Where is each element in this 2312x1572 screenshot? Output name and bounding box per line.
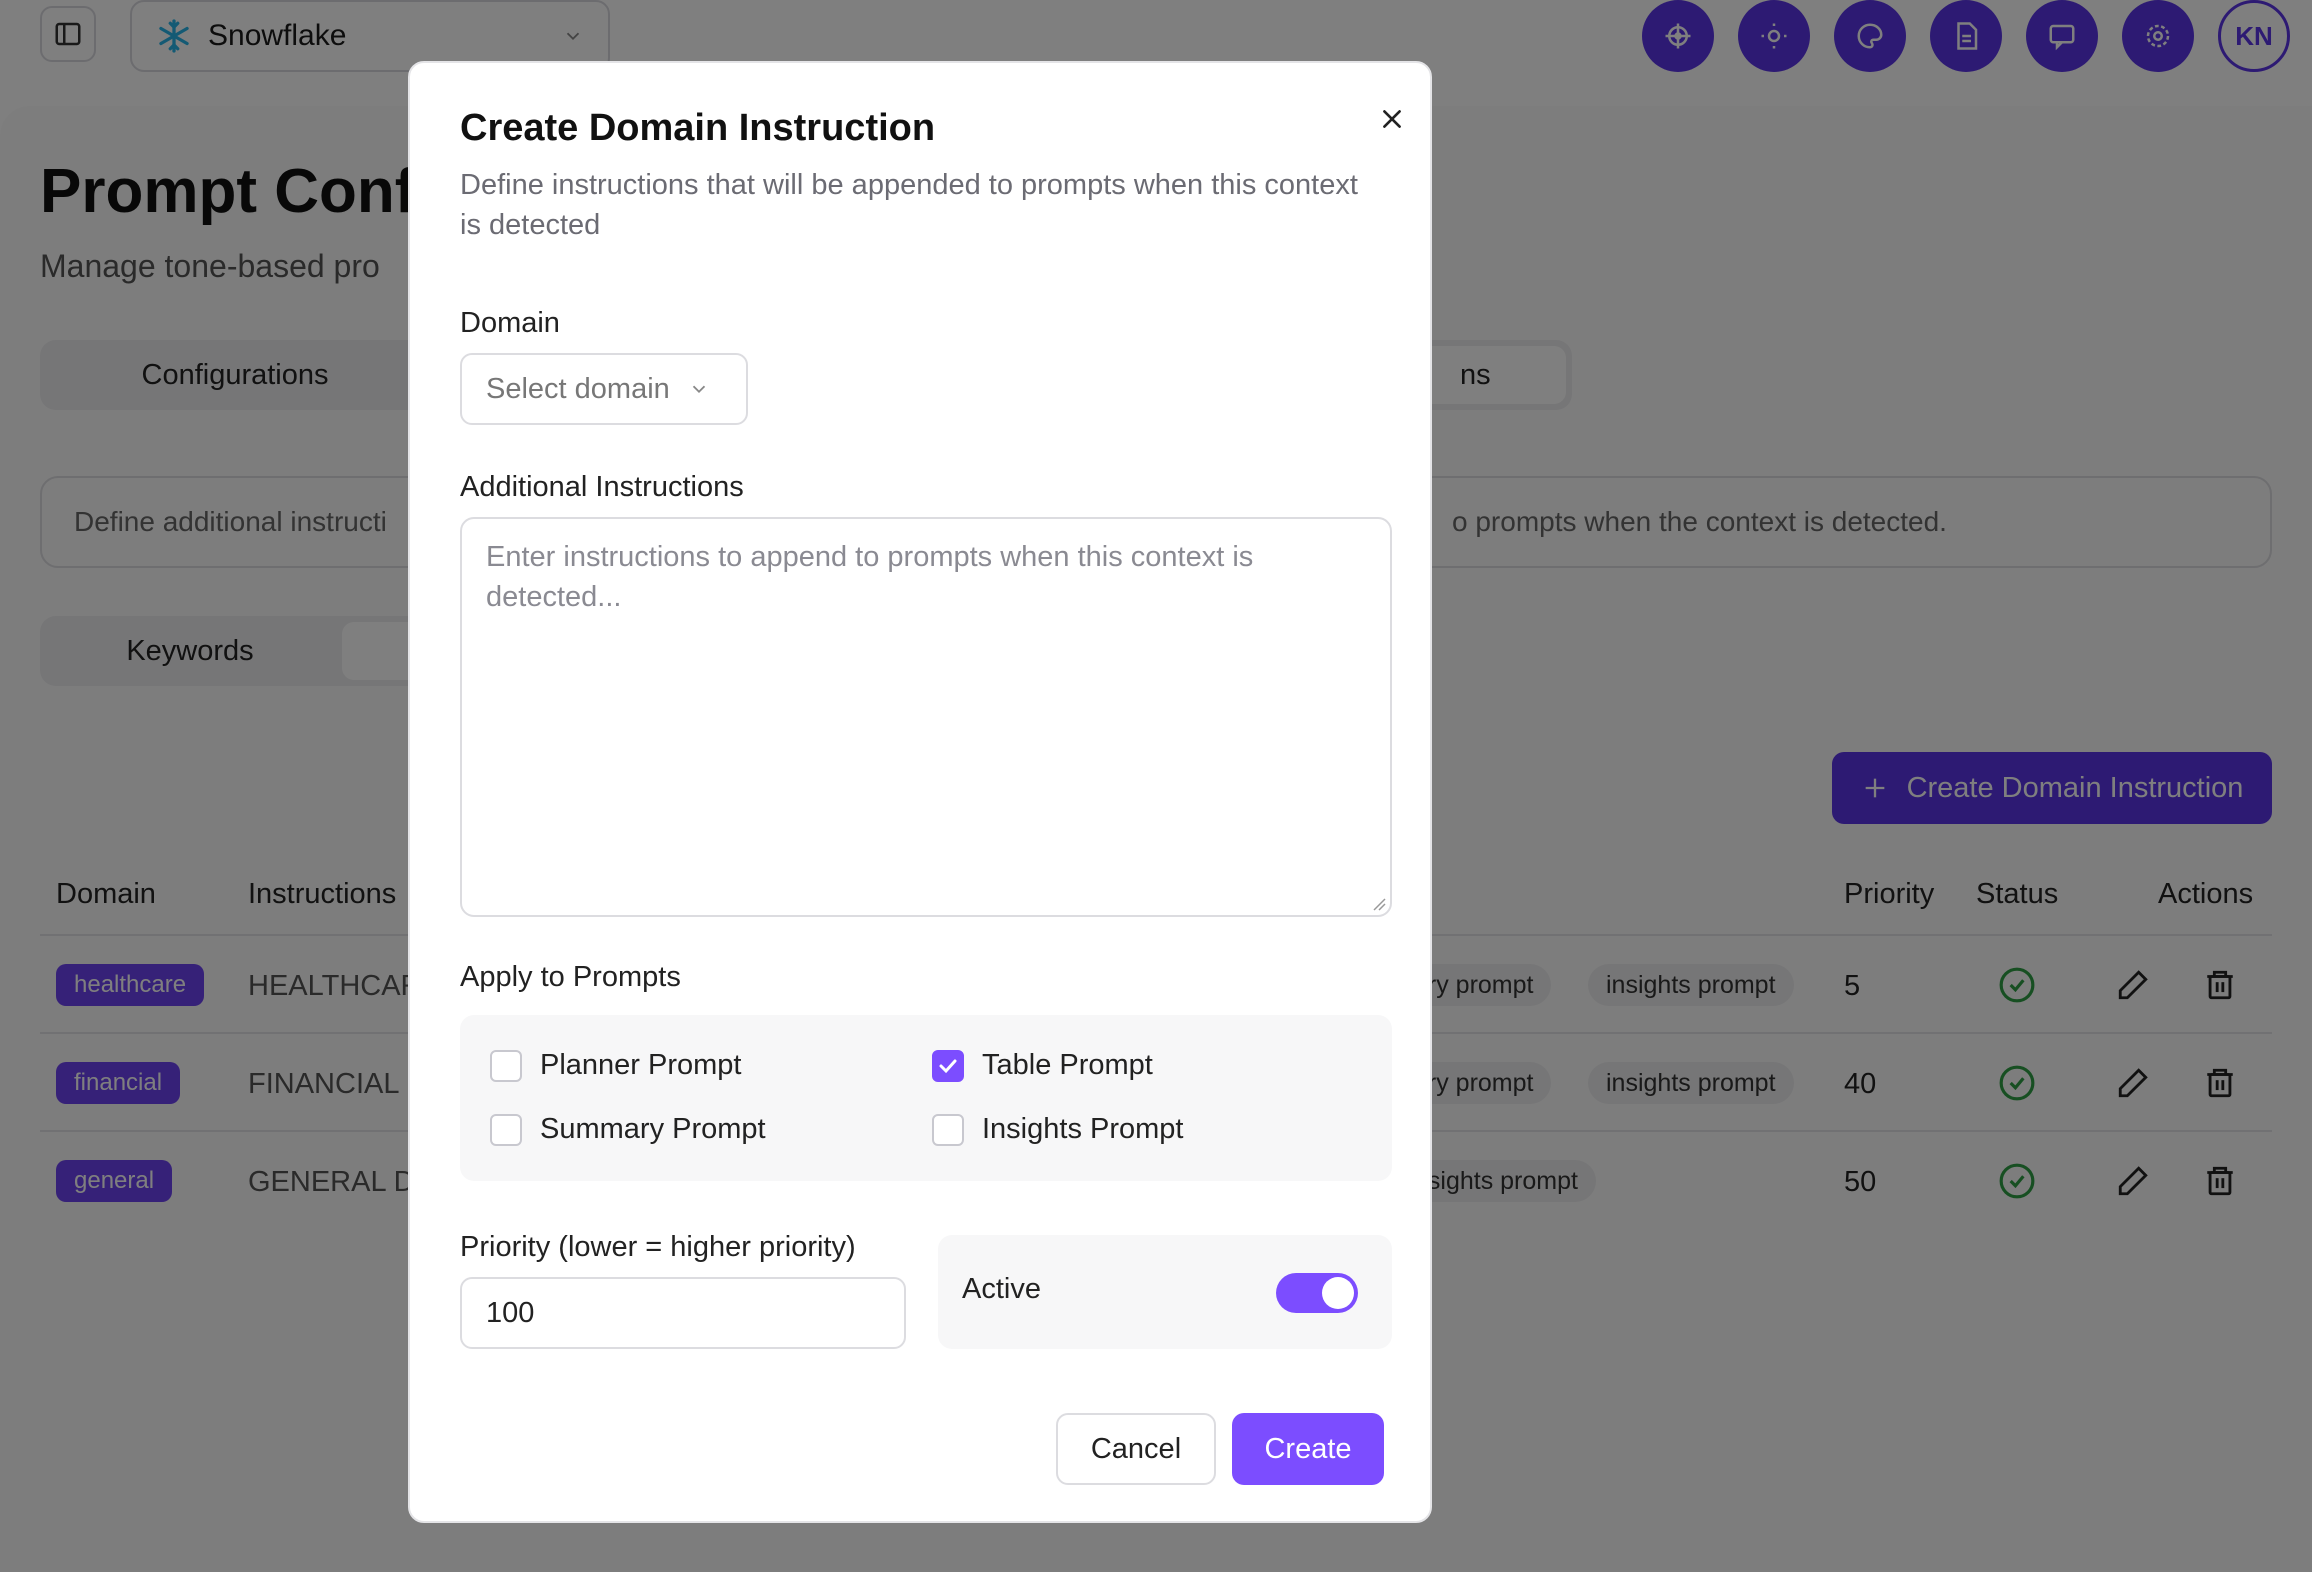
checkbox[interactable] — [490, 1049, 522, 1082]
priority-label: Priority (lower = higher priority) — [460, 1231, 856, 1263]
instructions-label: Additional Instructions — [460, 471, 744, 503]
dialog-title: Create Domain Instruction — [460, 107, 936, 149]
checkbox-label: Insights Prompt — [982, 1113, 1184, 1145]
checkbox-label: Planner Prompt — [540, 1049, 742, 1081]
create-domain-instruction-dialog: Create Domain Instruction Define instruc… — [408, 61, 1432, 1523]
resize-handle-icon[interactable] — [1370, 895, 1386, 911]
create-button[interactable]: Create — [1232, 1413, 1384, 1485]
dialog-description: Define instructions that will be appende… — [460, 169, 1358, 241]
checkbox[interactable] — [932, 1049, 964, 1082]
checkbox-label: Summary Prompt — [540, 1113, 766, 1145]
active-label: Active — [962, 1273, 1041, 1305]
checkbox[interactable] — [932, 1113, 964, 1146]
planner-prompt-checkbox[interactable]: Planner Prompt — [490, 1049, 742, 1082]
checkbox[interactable] — [490, 1113, 522, 1146]
cancel-button[interactable]: Cancel — [1056, 1413, 1216, 1485]
active-setting: Active — [938, 1235, 1392, 1349]
active-toggle[interactable] — [1276, 1273, 1358, 1313]
table-prompt-checkbox[interactable]: Table Prompt — [932, 1049, 1153, 1082]
summary-prompt-checkbox[interactable]: Summary Prompt — [490, 1113, 766, 1146]
insights-prompt-checkbox[interactable]: Insights Prompt — [932, 1113, 1183, 1146]
apply-prompts-label: Apply to Prompts — [460, 961, 681, 993]
prompts-checkbox-group: Planner Prompt Table Prompt Summary Prom… — [460, 1015, 1392, 1181]
instructions-placeholder: Enter instructions to append to prompts … — [486, 541, 1254, 613]
check-icon — [939, 1059, 957, 1073]
domain-select[interactable]: Select domain — [460, 353, 748, 425]
domain-select-placeholder: Select domain — [486, 372, 670, 405]
toggle-knob — [1322, 1277, 1354, 1309]
priority-input[interactable]: 100 — [460, 1277, 906, 1349]
instructions-textarea[interactable]: Enter instructions to append to prompts … — [460, 517, 1392, 917]
domain-label: Domain — [460, 307, 560, 339]
chevron-down-icon — [692, 385, 705, 394]
close-icon — [1383, 110, 1401, 128]
checkbox-label: Table Prompt — [982, 1049, 1153, 1081]
close-button[interactable] — [1370, 97, 1414, 141]
